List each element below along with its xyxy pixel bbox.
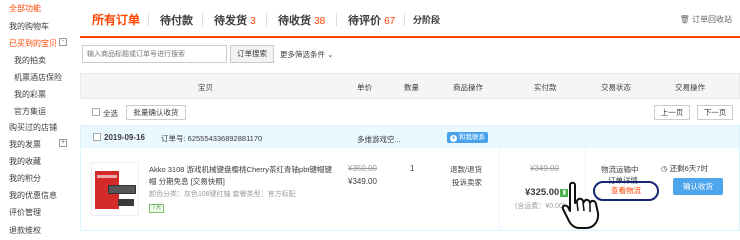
order-checkbox[interactable] <box>93 133 101 141</box>
header-trade-ops: 交易操作 <box>675 83 705 92</box>
column-divider <box>499 148 500 230</box>
tab-divider <box>148 13 149 26</box>
tab-divider <box>404 13 405 26</box>
service-guarantee-icon: 7天 <box>149 204 165 213</box>
sidebar-item-favorites[interactable]: 我的收藏 <box>9 156 41 167</box>
tab-divider <box>202 13 203 26</box>
next-page-button[interactable]: 下一页 <box>697 105 733 120</box>
order-search-input[interactable] <box>82 45 227 63</box>
product-title-link[interactable]: Akko 3108 游戏机械键盘樱桃Cherry茶红青轴pbt键帽键帽 分期免息… <box>149 164 335 188</box>
tab-all-orders[interactable]: 所有订单 <box>92 11 140 28</box>
header-quantity: 数量 <box>404 83 419 92</box>
sidebar: 全部功能 我的购物车 已买到的宝贝 - 我的拍卖 机票酒店保险 我的彩票 官方集… <box>0 0 80 240</box>
sidebar-item-all-functions[interactable]: 全部功能 <box>9 3 41 14</box>
tab-pending-receipt[interactable]: 待收货 38 <box>278 12 325 28</box>
select-all-checkbox[interactable] <box>92 108 100 116</box>
order-header: 2019-09-16 订单号: 625554336892881170 多维游戏空… <box>81 126 739 148</box>
paid-original: ¥349.00 <box>530 164 559 173</box>
product-image[interactable] <box>91 162 139 216</box>
header-status: 交易状态 <box>601 83 631 92</box>
search-row: 订单搜索 更多筛选条件 ⌄ <box>80 44 740 64</box>
sidebar-item-bought[interactable]: 已买到的宝贝 <box>9 38 57 49</box>
sidebar-item-invoice[interactable]: 我的发票 <box>9 139 41 150</box>
header-item: 宝贝 <box>198 83 213 92</box>
remaining-time: ◷ 还剩6天7时 <box>661 164 708 173</box>
sidebar-item-auction[interactable]: 我的拍卖 <box>14 55 46 66</box>
expand-toggle-icon[interactable]: + <box>59 139 67 147</box>
sidebar-item-travel[interactable]: 机票酒店保险 <box>14 72 62 83</box>
header-price: 单价 <box>357 83 372 92</box>
more-filters-toggle[interactable]: 更多筛选条件 ⌄ <box>280 49 333 60</box>
header-paid: 实付款 <box>534 83 557 92</box>
tab-pending-review[interactable]: 待评价 67 <box>348 12 395 28</box>
sidebar-item-cart[interactable]: 我的购物车 <box>9 21 49 32</box>
chevron-down-icon: ⌄ <box>327 50 334 59</box>
tab-pending-payment[interactable]: 待付款 <box>160 12 193 28</box>
product-attributes: 颜色分类：灰色108键红轴 套餐类型：官方标配 <box>149 191 296 198</box>
clock-icon: ◷ <box>661 164 668 173</box>
tab-count: 67 <box>384 16 396 27</box>
unit-price-original: ¥350.00 <box>348 164 377 173</box>
main-content: 所有订单 待付款 待发货 3 待收货 38 待评价 67 分阶段 🗑 订单回收站… <box>80 0 740 240</box>
sidebar-item-refund[interactable]: 退款维权 <box>9 225 41 236</box>
sidebar-item-shops[interactable]: 购买过的店铺 <box>9 122 57 133</box>
order-number: 订单号: 625554336892881170 <box>161 134 263 143</box>
order-tabs: 所有订单 待付款 待发货 3 待收货 38 待评价 67 分阶段 🗑 订单回收站 <box>80 0 740 38</box>
tab-divider <box>336 13 337 26</box>
tab-count: 38 <box>314 16 326 27</box>
table-header: 宝贝 单价 数量 商品操作 实付款 交易状态 交易操作 <box>80 73 740 99</box>
snapshot-link[interactable]: [交易快照] <box>191 177 225 186</box>
refund-link[interactable]: 退款/退货 <box>450 164 482 175</box>
recycle-bin-link[interactable]: 🗑 订单回收站 <box>680 14 732 25</box>
bulk-confirm-button[interactable]: 批量确认收货 <box>126 105 186 120</box>
tab-staged[interactable]: 分阶段 <box>413 13 440 26</box>
hand-pointer-icon <box>561 181 600 229</box>
sidebar-item-reviews[interactable]: 评价管理 <box>9 207 41 218</box>
tab-count: 3 <box>250 16 256 27</box>
collapse-toggle-icon[interactable]: - <box>59 38 67 46</box>
order-card: 2019-09-16 订单号: 625554336892881170 多维游戏空… <box>80 125 740 231</box>
sidebar-item-lottery[interactable]: 我的彩票 <box>14 89 46 100</box>
sidebar-item-shipping[interactable]: 官方集运 <box>14 106 46 117</box>
complain-link[interactable]: 投诉卖家 <box>452 177 482 188</box>
unit-price: ¥349.00 <box>348 177 377 186</box>
freight-info: (含运费：¥0.00) <box>515 203 566 210</box>
select-all-label: 全选 <box>103 109 118 118</box>
tab-divider <box>266 13 267 26</box>
header-item-ops: 商品操作 <box>453 83 483 92</box>
trash-icon: 🗑 <box>679 15 690 24</box>
contact-seller-badge[interactable]: ● 和我联系 <box>447 132 488 143</box>
tab-pending-shipment[interactable]: 待发货 3 <box>214 12 256 28</box>
shop-name-link[interactable]: 多维游戏空... <box>357 134 401 145</box>
order-search-button[interactable]: 订单搜索 <box>230 45 274 63</box>
trade-status: 物流运输中 <box>601 165 639 174</box>
keyboard-image-icon <box>92 163 138 215</box>
prev-page-button[interactable]: 上一页 <box>654 105 690 120</box>
chat-icon: ● <box>450 135 457 142</box>
order-date: 2019-09-16 <box>104 133 145 142</box>
confirm-receipt-button[interactable]: 确认收货 <box>673 178 723 195</box>
bulk-actions-row: 全选 批量确认收货 上一页 下一页 <box>80 104 740 122</box>
sidebar-item-coupons[interactable]: 我的优惠信息 <box>9 190 57 201</box>
sidebar-item-points[interactable]: 我的积分 <box>9 173 41 184</box>
quantity: 1 <box>410 164 415 173</box>
